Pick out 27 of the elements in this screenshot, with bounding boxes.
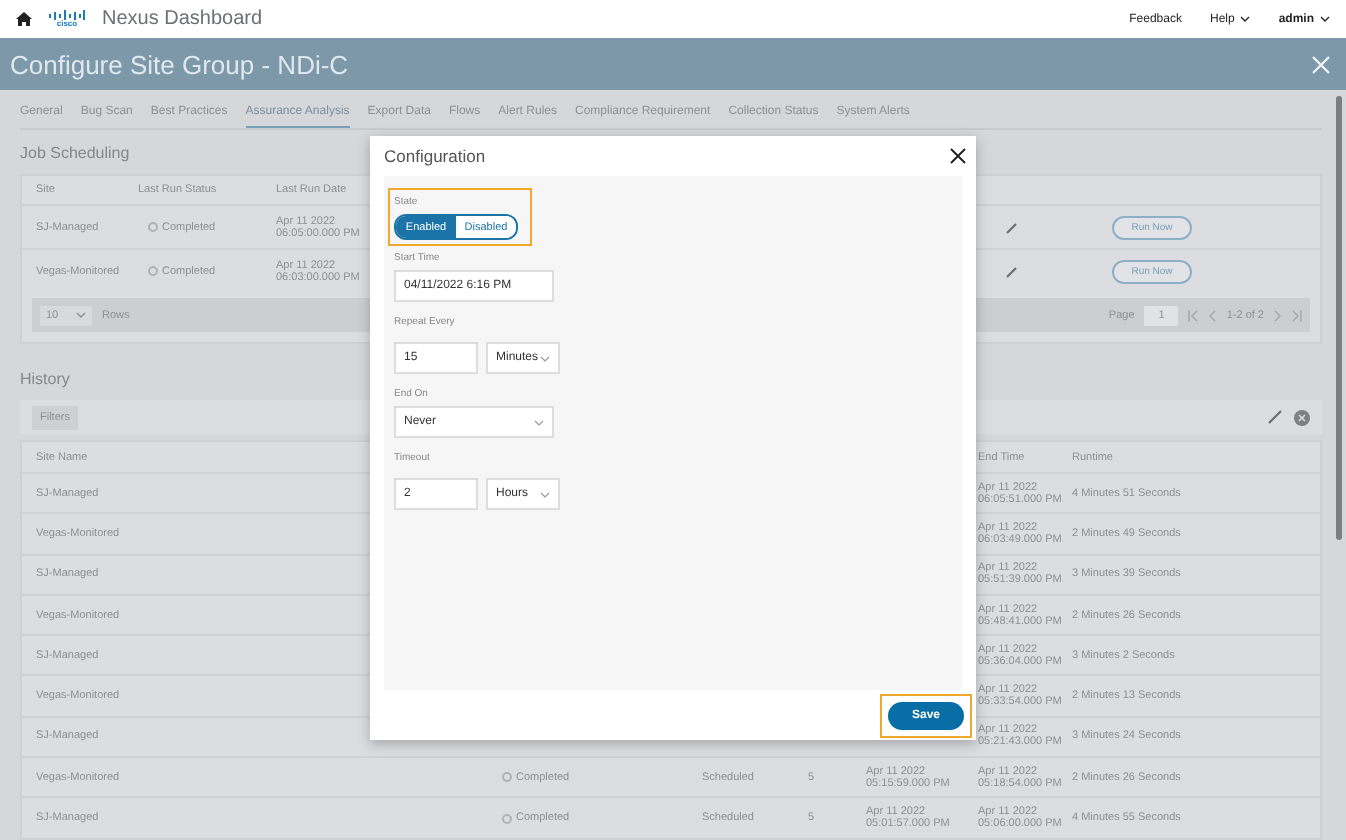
scrollbar[interactable]: [1336, 96, 1342, 540]
section-heading: Job Scheduling: [20, 144, 130, 162]
caret-icon: [1240, 16, 1251, 22]
page-title: Configure Site Group - NDi-C: [10, 49, 351, 79]
close-icon[interactable]: [950, 148, 966, 164]
caret-icon: [1320, 16, 1330, 22]
clear-icon[interactable]: [1294, 409, 1310, 425]
chevron-down-icon: [534, 419, 544, 425]
next-page-icon[interactable]: [1274, 309, 1282, 321]
logo-bars-icon: [48, 10, 86, 20]
status-icon: [148, 266, 158, 276]
chevron-down-icon: [540, 355, 550, 361]
edit-icon[interactable]: [1006, 265, 1018, 277]
first-page-icon[interactable]: [1188, 309, 1199, 321]
app-title: Nexus Dashboard: [102, 8, 263, 30]
last-page-icon[interactable]: [1292, 309, 1302, 321]
caret-icon: [76, 312, 86, 318]
home-icon[interactable]: [16, 12, 32, 26]
chevron-down-icon: [540, 491, 550, 497]
edit-icon[interactable]: [1268, 410, 1282, 424]
dialog-title: Configuration: [384, 146, 488, 166]
status-icon: [148, 222, 158, 232]
status-icon: [502, 813, 512, 824]
edit-icon[interactable]: [1006, 221, 1018, 233]
section-heading: History: [20, 370, 70, 388]
previous-page-icon[interactable]: [1208, 309, 1217, 321]
status-icon: [502, 772, 512, 783]
